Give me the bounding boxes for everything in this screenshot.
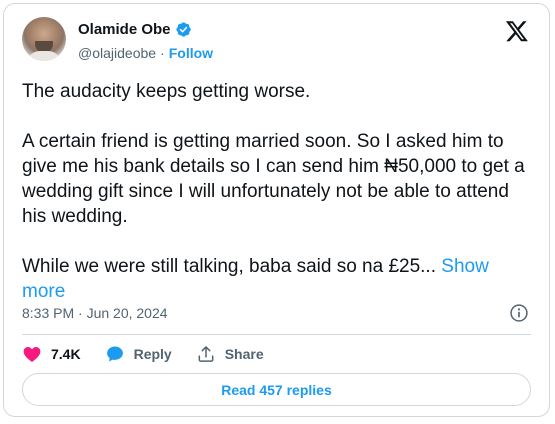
avatar-shirt	[26, 51, 62, 61]
author-handle[interactable]: @olajideobe	[78, 45, 156, 61]
action-bar: 7.4K Reply Share	[22, 344, 288, 364]
speech-bubble-icon	[106, 346, 123, 362]
tweet-paragraph-last: While we were still talking, baba said s…	[22, 254, 534, 304]
heart-icon	[23, 347, 41, 362]
tweet-paragraph-text: While we were still talking, baba said s…	[22, 256, 436, 277]
tweet-timestamp[interactable]: 8:33 PM · Jun 20, 2024	[22, 305, 168, 321]
share-upload-icon	[198, 346, 214, 362]
reply-button[interactable]: Reply	[105, 344, 172, 364]
divider	[22, 334, 531, 335]
tweet-paragraph: The audacity keeps getting worse.	[22, 81, 311, 102]
verified-badge-icon	[175, 22, 191, 37]
share-button[interactable]: Share	[196, 344, 264, 364]
tweet-text: The audacity keeps getting worse. A cert…	[22, 79, 534, 329]
like-count: 7.4K	[51, 346, 81, 362]
x-logo-icon[interactable]	[505, 19, 529, 43]
share-label: Share	[224, 346, 264, 362]
follow-button[interactable]: Follow	[169, 45, 213, 61]
read-replies-button[interactable]: Read 457 replies	[22, 373, 531, 406]
author-handle-row: @olajideobe · Follow	[78, 45, 213, 61]
reply-label: Reply	[133, 346, 172, 362]
author-name[interactable]: Olamide Obe	[78, 21, 171, 38]
like-button[interactable]: 7.4K	[22, 344, 81, 364]
handle-separator: ·	[160, 45, 165, 61]
tweet-paragraph: A certain friend is getting married soon…	[22, 131, 525, 227]
avatar[interactable]	[22, 17, 66, 61]
info-icon[interactable]	[509, 303, 529, 323]
tweet-card: Olamide Obe @olajideobe · Follow The aud…	[3, 3, 550, 417]
author-name-row: Olamide Obe	[78, 21, 192, 38]
